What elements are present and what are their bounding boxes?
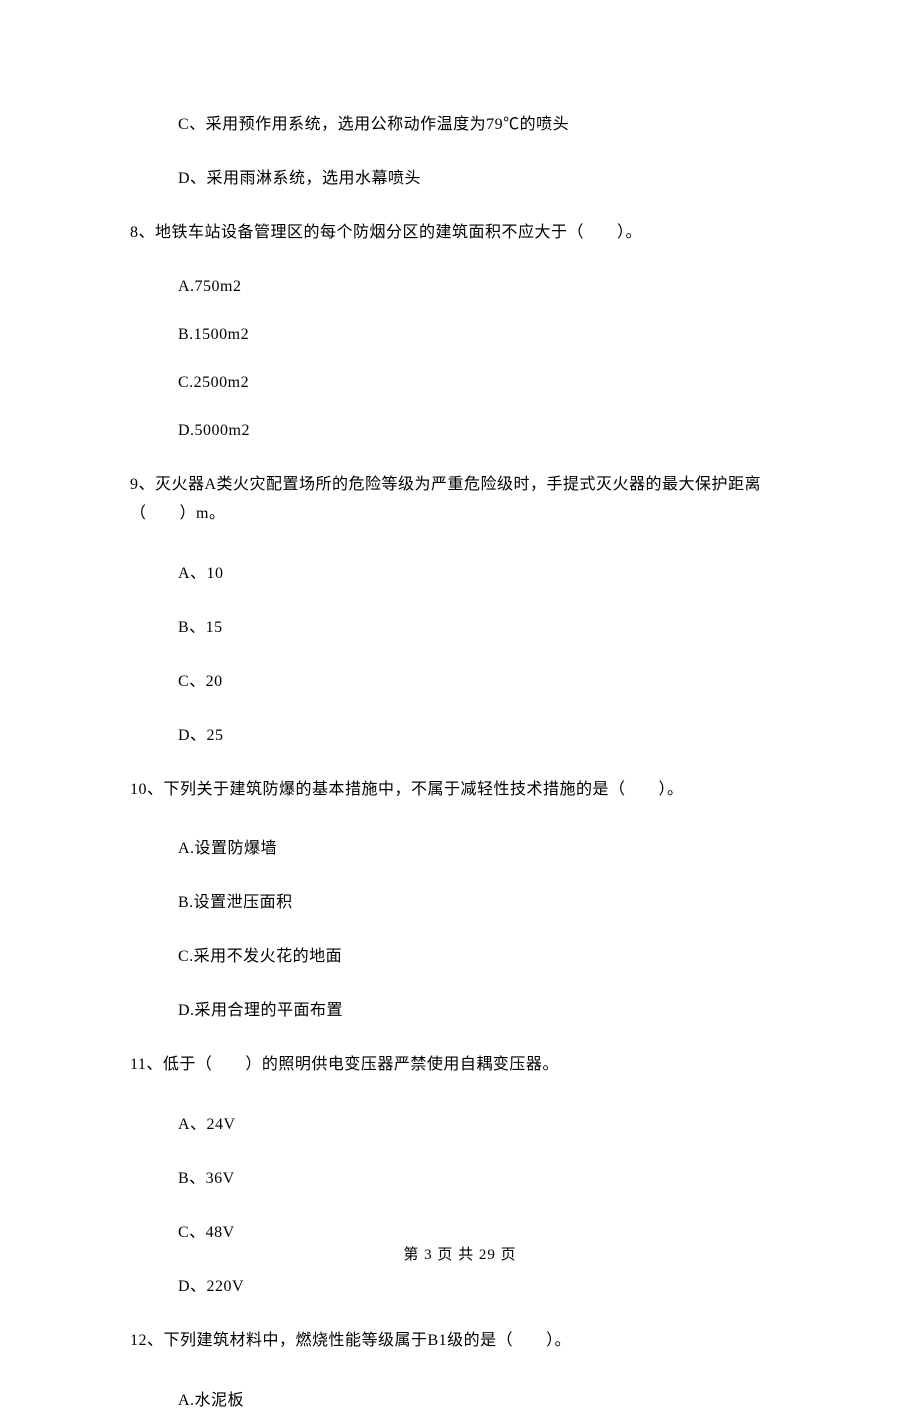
- q7-option-c: C、采用预作用系统，选用公称动作温度为79℃的喷头: [130, 110, 790, 134]
- q11-option-d: D、220V: [130, 1272, 790, 1296]
- q7-option-d: D、采用雨淋系统，选用水幕喷头: [130, 164, 790, 188]
- q8-option-c: C.2500m2: [130, 374, 790, 392]
- q8-stem: 8、地铁车站设备管理区的每个防烟分区的建筑面积不应大于（ ）。: [130, 218, 790, 248]
- q9-option-d: D、25: [130, 721, 790, 745]
- q10-option-a: A.设置防爆墙: [130, 834, 790, 858]
- q9-option-b: B、15: [130, 613, 790, 637]
- document-content: C、采用预作用系统，选用公称动作温度为79℃的喷头 D、采用雨淋系统，选用水幕喷…: [0, 0, 920, 1410]
- q12-stem: 12、下列建筑材料中，燃烧性能等级属于B1级的是（ ）。: [130, 1326, 790, 1356]
- q11-option-a: A、24V: [130, 1110, 790, 1134]
- q10-option-d: D.采用合理的平面布置: [130, 996, 790, 1020]
- q9-option-c: C、20: [130, 667, 790, 691]
- q12-option-a: A.水泥板: [130, 1386, 790, 1410]
- q10-stem: 10、下列关于建筑防爆的基本措施中，不属于减轻性技术措施的是（ ）。: [130, 775, 790, 805]
- page-footer: 第 3 页 共 29 页: [0, 1243, 920, 1264]
- q9-option-a: A、10: [130, 559, 790, 583]
- q11-option-c: C、48V: [130, 1218, 790, 1242]
- q8-option-a: A.750m2: [130, 278, 790, 296]
- q9-stem: 9、灭火器A类火灾配置场所的危险等级为严重危险级时，手提式灭火器的最大保护距离（…: [130, 470, 790, 529]
- q8-option-d: D.5000m2: [130, 422, 790, 440]
- q11-stem: 11、低于（ ）的照明供电变压器严禁使用自耦变压器。: [130, 1050, 790, 1080]
- q10-option-c: C.采用不发火花的地面: [130, 942, 790, 966]
- q10-option-b: B.设置泄压面积: [130, 888, 790, 912]
- q11-option-b: B、36V: [130, 1164, 790, 1188]
- q8-option-b: B.1500m2: [130, 326, 790, 344]
